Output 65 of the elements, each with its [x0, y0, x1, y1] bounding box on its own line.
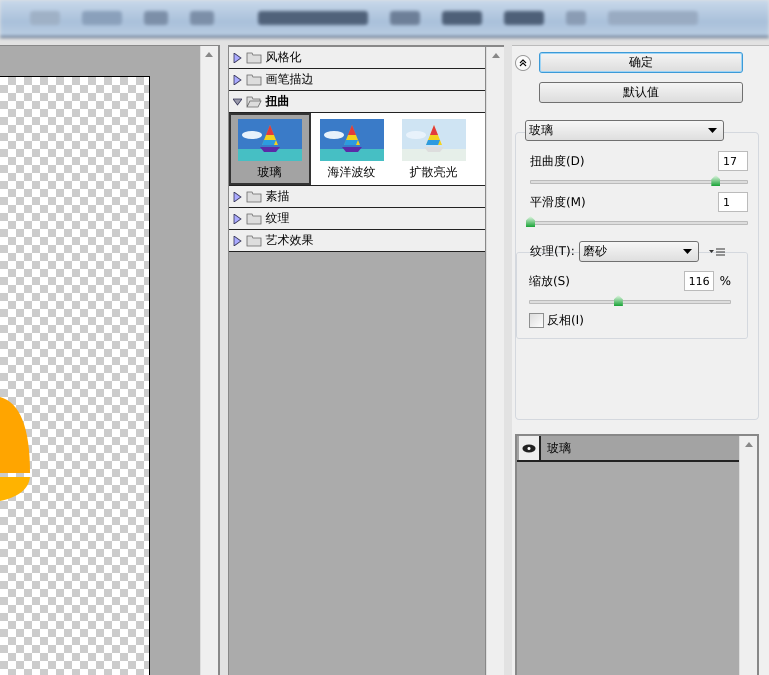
slider-track[interactable]	[530, 174, 748, 186]
param-label: 平滑度(M)	[530, 194, 586, 210]
folder-icon	[246, 234, 262, 246]
slider-thumb[interactable]	[526, 216, 535, 227]
folder-icon	[246, 74, 262, 86]
filter-category[interactable]: 素描	[228, 186, 485, 208]
folder-icon	[246, 212, 262, 224]
category-label: 纹理	[266, 210, 290, 227]
expand-triangle-icon[interactable]	[232, 192, 242, 202]
category-label: 艺术效果	[266, 232, 314, 249]
category-label: 扭曲	[266, 93, 290, 110]
dropdown-caret-icon	[708, 128, 717, 133]
texture-label: 纹理(T):	[530, 243, 575, 260]
slider-thumb[interactable]	[614, 295, 623, 306]
scroll-up-arrow-icon[interactable]	[492, 53, 500, 58]
filter-label: 海洋波纹	[328, 164, 376, 181]
category-label: 画笔描边	[266, 71, 314, 88]
filter-category[interactable]: 扭曲	[228, 91, 485, 113]
expand-triangle-icon[interactable]	[232, 74, 242, 84]
scrollbar[interactable]	[739, 436, 757, 675]
slider-track[interactable]	[529, 294, 731, 306]
dropdown-caret-icon	[682, 249, 692, 254]
filter-label: 扩散亮光	[410, 164, 458, 181]
folder-icon	[246, 52, 262, 64]
folder-icon	[246, 96, 262, 108]
filter-category[interactable]: 艺术效果	[228, 230, 485, 252]
effect-layer-row[interactable]: 玻璃	[517, 436, 739, 462]
collapse-button[interactable]	[515, 54, 531, 70]
checkbox[interactable]	[529, 313, 544, 328]
category-label: 风格化	[266, 49, 302, 66]
menu-icon[interactable]	[708, 248, 725, 256]
scroll-up-arrow-icon[interactable]	[205, 52, 214, 57]
filter-dropdown[interactable]: 玻璃	[525, 120, 724, 141]
ok-button[interactable]: 确定	[539, 52, 743, 73]
param-label: 缩放(S)	[529, 272, 570, 290]
filter-category[interactable]: 纹理	[228, 208, 485, 230]
layer-label: 玻璃	[547, 440, 571, 456]
folder-icon	[246, 190, 262, 202]
eye-icon	[522, 444, 536, 452]
category-label: 素描	[266, 188, 290, 205]
value-input[interactable]: 17	[718, 151, 748, 171]
filter-category[interactable]: 风格化	[228, 47, 485, 69]
unit-label: %	[720, 274, 731, 288]
double-chevron-icon	[519, 58, 527, 66]
scrollbar[interactable]	[486, 47, 504, 675]
filter-category[interactable]: 画笔描边	[228, 69, 485, 91]
sailboat-thumbnail	[238, 119, 302, 161]
sailboat-thumbnail	[320, 119, 384, 161]
scrollbar[interactable]	[200, 46, 218, 675]
filter-label: 玻璃	[258, 164, 282, 181]
expand-triangle-icon[interactable]	[232, 52, 242, 62]
slider-thumb[interactable]	[711, 175, 720, 186]
visibility-toggle[interactable]	[519, 436, 541, 460]
checkbox-label: 反相(I)	[547, 312, 584, 329]
expand-triangle-icon[interactable]	[232, 214, 242, 224]
value-input[interactable]: 1	[718, 192, 748, 212]
value-input[interactable]: 116	[684, 271, 714, 291]
scroll-up-arrow-icon[interactable]	[744, 442, 752, 447]
param-label: 扭曲度(D)	[530, 152, 585, 170]
expand-triangle-icon[interactable]	[232, 236, 242, 246]
default-button[interactable]: 默认值	[539, 82, 743, 103]
collapse-triangle-icon[interactable]	[232, 96, 242, 106]
sailboat-thumbnail	[402, 119, 466, 161]
texture-dropdown[interactable]: 磨砂	[578, 241, 699, 262]
filter-thumbnail[interactable]: 玻璃	[228, 113, 311, 185]
